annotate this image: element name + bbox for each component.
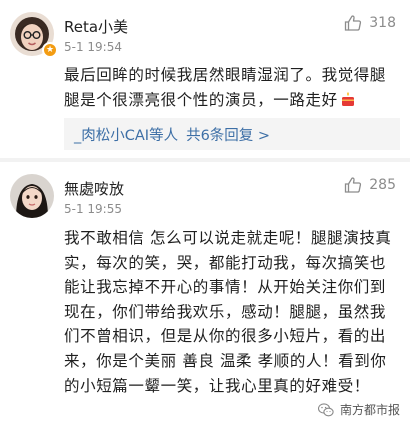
comment-text: 最后回眸的时候我居然眼睛湿润了。我觉得腿腿是个很漂亮很个性的演员，一路走好 xyxy=(64,63,400,113)
comment-item: 無處咹放 5-1 19:55 285 我不敢相信 怎么可以说走就走呢！腿腿演技真… xyxy=(0,162,410,425)
like-count: 318 xyxy=(369,15,396,31)
comment-username[interactable]: Reta小美 xyxy=(64,16,128,37)
comment-text: 我不敢相信 怎么可以说走就走呢！腿腿演技真实，每次的笑，哭，都能打动我，每次搞笑… xyxy=(64,229,392,395)
thumbs-up-icon xyxy=(345,177,362,193)
comment-timestamp: 5-1 19:55 xyxy=(64,202,122,216)
like-count: 285 xyxy=(369,177,396,193)
watermark-text: 南方都市报 xyxy=(339,403,400,417)
wechat-icon xyxy=(317,402,334,416)
reply-summary[interactable]: _肉松小CAI等人 共6条回复 > xyxy=(64,118,400,150)
comment-body: 最后回眸的时候我居然眼睛湿润了。我觉得腿腿是个很漂亮很个性的演员，一路走好 xyxy=(64,66,387,109)
like-button[interactable]: 285 xyxy=(344,176,396,194)
avatar[interactable] xyxy=(10,174,54,218)
verified-badge-icon: ★ xyxy=(42,42,58,58)
reply-users[interactable]: _肉松小CAI等人 xyxy=(74,124,178,145)
candle-gift-emoji-icon xyxy=(340,90,356,106)
comment-username[interactable]: 無處咹放 xyxy=(64,178,124,199)
avatar-image xyxy=(10,174,54,218)
watermark: 南方都市报 xyxy=(317,401,400,418)
thumbs-up-icon xyxy=(345,15,362,31)
like-button[interactable]: 318 xyxy=(344,14,396,32)
comment-timestamp: 5-1 19:54 xyxy=(64,40,122,54)
comment-item: ★ Reta小美 5-1 19:54 318 最后回眸的时候我居然眼睛湿润了。我… xyxy=(0,0,410,158)
reply-count-link[interactable]: 共6条回复 > xyxy=(186,124,270,145)
